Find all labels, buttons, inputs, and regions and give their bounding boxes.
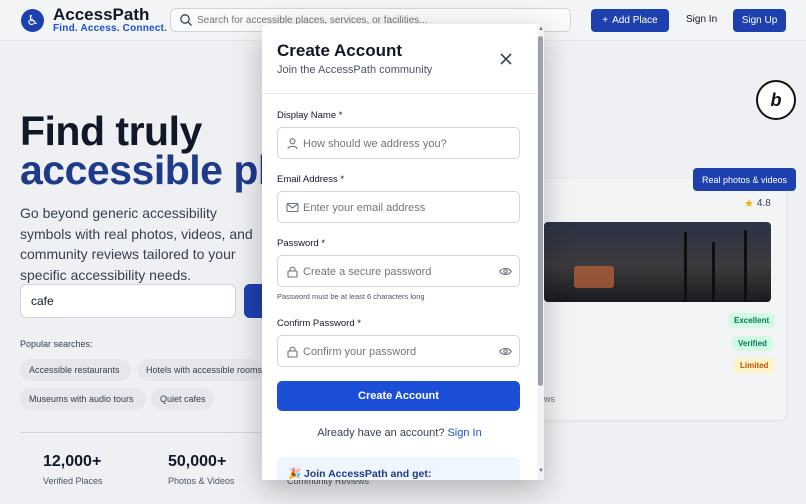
- accessibility-logo-icon[interactable]: ♿: [21, 9, 44, 32]
- scroll-up-icon[interactable]: ▲: [538, 26, 544, 32]
- add-place-button[interactable]: + Add Place: [591, 9, 669, 32]
- stat-label: Photos & Videos: [168, 476, 235, 486]
- modal-subtitle: Join the AccessPath community: [277, 64, 433, 76]
- scroll-thumb[interactable]: [538, 36, 543, 386]
- eye-icon[interactable]: [499, 346, 512, 357]
- mail-icon: [286, 202, 299, 213]
- modal-header: Create Account Join the AccessPath commu…: [262, 24, 537, 94]
- plus-icon: +: [602, 15, 609, 26]
- bolt-badge-icon[interactable]: b: [756, 80, 796, 120]
- photo-palm: [684, 232, 687, 302]
- place-rating: ★ 4.8: [744, 197, 771, 210]
- password-field[interactable]: [277, 255, 520, 287]
- star-icon: ★: [744, 198, 754, 210]
- stat-value: 50,000+: [168, 453, 227, 470]
- user-icon: [287, 138, 298, 150]
- confirm-password-label: Confirm Password *: [277, 318, 361, 329]
- place-photo[interactable]: [544, 222, 771, 302]
- eye-icon[interactable]: [499, 266, 512, 277]
- header-signin-link[interactable]: Sign In: [686, 14, 717, 25]
- hero-search-input[interactable]: cafe: [20, 284, 236, 318]
- email-field[interactable]: [277, 191, 520, 223]
- display-name-label: Display Name *: [277, 110, 343, 121]
- popular-chip[interactable]: Hotels with accessible rooms: [137, 359, 262, 381]
- popular-chip[interactable]: Accessible restaurants: [20, 359, 131, 381]
- popular-searches-label: Popular searches:: [20, 339, 93, 349]
- stat-value: 12,000+: [43, 453, 102, 470]
- card-text-fragment: ws: [544, 394, 555, 404]
- lock-icon: [287, 346, 298, 358]
- modal-scrollbar[interactable]: ▲ ▼: [537, 24, 544, 480]
- badge-limited: Limited: [734, 358, 775, 373]
- badge-verified: Verified: [732, 336, 773, 351]
- display-name-field[interactable]: [277, 127, 520, 159]
- have-account-row: Already have an account? Sign In: [262, 427, 537, 439]
- hero-divider: [20, 432, 270, 433]
- close-icon[interactable]: [499, 52, 513, 66]
- hero-subtitle: Go beyond generic accessibility symbols …: [20, 205, 253, 283]
- rating-value: 4.8: [756, 198, 771, 209]
- brand-name[interactable]: AccessPath: [53, 5, 149, 25]
- photo-palm: [744, 230, 747, 302]
- modal-signin-link[interactable]: Sign In: [447, 427, 481, 439]
- create-account-button[interactable]: Create Account: [277, 381, 520, 411]
- badge-excellent: Excellent: [728, 313, 776, 328]
- confirm-password-field[interactable]: [277, 335, 520, 367]
- email-label: Email Address *: [277, 174, 345, 185]
- lock-icon: [287, 266, 298, 278]
- add-place-label: Add Place: [612, 15, 658, 26]
- email-input[interactable]: [303, 198, 493, 217]
- password-hint: Password must be at least 6 characters l…: [277, 292, 425, 301]
- photo-light: [574, 266, 614, 288]
- create-account-modal: Create Account Join the AccessPath commu…: [262, 24, 544, 480]
- photo-palm: [712, 242, 715, 302]
- have-account-text: Already have an account?: [317, 427, 445, 439]
- popular-chip[interactable]: Quiet cafes: [151, 388, 214, 410]
- password-label: Password *: [277, 238, 326, 249]
- search-icon: [180, 14, 192, 26]
- password-input[interactable]: [303, 262, 493, 281]
- promo-text: 🎉 Join AccessPath and get:: [288, 468, 432, 480]
- scroll-down-icon[interactable]: ▼: [538, 468, 544, 474]
- brand-tagline: Find. Access. Connect.: [53, 23, 168, 34]
- confirm-password-input[interactable]: [303, 342, 493, 361]
- display-name-input[interactable]: [303, 134, 493, 153]
- promo-box: 🎉 Join AccessPath and get:: [277, 457, 520, 480]
- signup-button[interactable]: Sign Up: [733, 9, 786, 32]
- stat-label: Verified Places: [43, 476, 103, 486]
- real-photos-pill: Real photos & videos: [693, 168, 796, 191]
- popular-chip[interactable]: Museums with audio tours: [20, 388, 146, 410]
- hero-title-line2: accessible pl: [20, 147, 269, 193]
- modal-title: Create Account: [277, 41, 403, 60]
